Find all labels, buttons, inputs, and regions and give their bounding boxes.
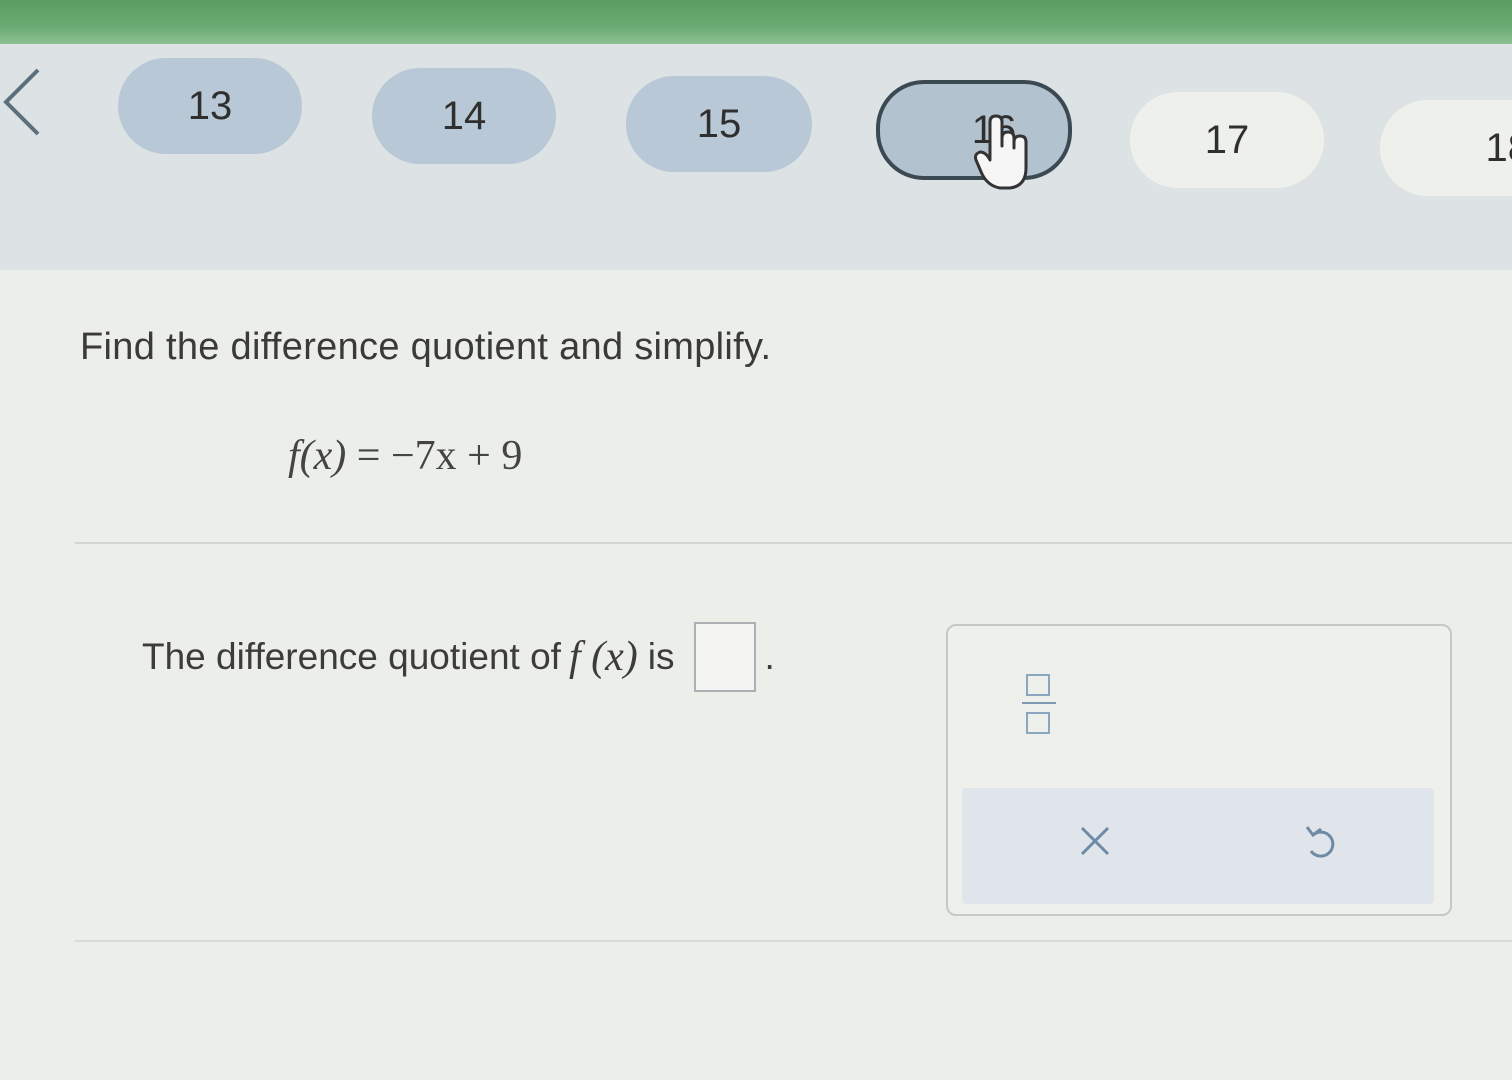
answer-period: . xyxy=(764,636,775,677)
question-13-button[interactable]: 13 xyxy=(118,58,302,154)
answer-prefix: The difference quotient of xyxy=(142,636,561,677)
function-rhs: = −7x + 9 xyxy=(356,433,523,479)
undo-icon xyxy=(1305,826,1335,858)
question-18-label: 18 xyxy=(1485,125,1512,170)
close-icon xyxy=(1080,826,1110,856)
numerator-box xyxy=(1026,674,1050,696)
answer-suffix: is xyxy=(647,636,675,677)
question-18-button[interactable]: 18 xyxy=(1380,100,1512,196)
clear-button[interactable] xyxy=(1068,814,1122,868)
question-15-button[interactable]: 15 xyxy=(626,76,812,172)
denominator-box xyxy=(1026,712,1050,734)
question-13-label: 13 xyxy=(187,83,233,128)
math-toolbox xyxy=(946,624,1452,916)
hand-cursor-icon xyxy=(974,114,1028,190)
section-divider xyxy=(75,542,1512,544)
question-14-label: 14 xyxy=(441,93,487,138)
question-17-button[interactable]: 17 xyxy=(1130,92,1324,188)
question-17-label: 17 xyxy=(1204,117,1250,162)
answer-function: f (x) xyxy=(568,634,638,680)
fraction-bar xyxy=(1022,702,1056,704)
question-15-label: 15 xyxy=(696,101,742,146)
answer-input-box[interactable] xyxy=(694,622,757,692)
undo-button[interactable] xyxy=(1294,814,1348,868)
top-bar xyxy=(0,0,1512,44)
question-14-button[interactable]: 14 xyxy=(372,68,556,164)
question-instruction: Find the difference quotient and simplif… xyxy=(80,326,772,368)
function-lhs: f(x) xyxy=(288,433,347,479)
answer-statement: The difference quotient of f (x) is . xyxy=(142,622,775,692)
chevron-left-icon[interactable] xyxy=(0,62,48,142)
fraction-template-icon[interactable] xyxy=(1022,668,1058,740)
section-divider-bottom xyxy=(75,940,1512,942)
toolbox-actions xyxy=(962,788,1434,904)
function-definition: f(x) = −7x + 9 xyxy=(288,432,522,480)
